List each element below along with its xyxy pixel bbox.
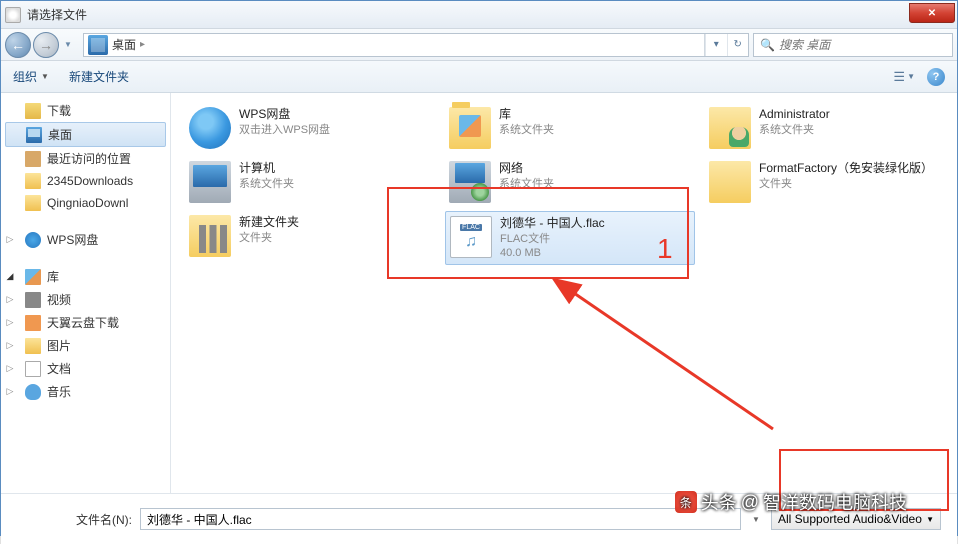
sidebar-item-recent[interactable]: 最近访问的位置	[1, 147, 170, 170]
back-button[interactable]: ←	[5, 32, 31, 58]
toolbar: 组织▼ 新建文件夹 ☰ ▼ ?	[1, 61, 957, 93]
wps-icon	[25, 232, 41, 248]
music-icon	[25, 384, 41, 400]
address-text: 桌面	[112, 36, 136, 53]
file-item-libraries[interactable]: 库系统文件夹	[445, 103, 695, 153]
library-folder-icon	[449, 107, 491, 149]
sidebar-item-downloads[interactable]: 下载	[1, 99, 170, 122]
expand-icon[interactable]: ▷	[5, 363, 15, 374]
app-icon	[5, 7, 21, 23]
file-item-wps[interactable]: WPS网盘双击进入WPS网盘	[185, 103, 435, 153]
downloads-icon	[25, 103, 41, 119]
folder-icon	[189, 215, 231, 257]
file-item-newfolder[interactable]: 新建文件夹文件夹	[185, 211, 435, 265]
sidebar-item-wps[interactable]: ▷WPS网盘	[1, 228, 170, 251]
flac-file-icon: FLAC♫	[450, 216, 492, 258]
file-item-computer[interactable]: 计算机系统文件夹	[185, 157, 435, 207]
file-list: WPS网盘双击进入WPS网盘 库系统文件夹 Administrator系统文件夹…	[171, 93, 957, 493]
file-dialog-window: 请选择文件 ✕ ← → ▼ 桌面 ▸ ▾ ↻ 🔍 组织▼ 新建文件夹 ☰ ▼	[0, 0, 958, 536]
search-box[interactable]: 🔍	[753, 33, 953, 57]
content-area: 下载 桌面 最近访问的位置 2345Downloads QingniaoDown…	[1, 93, 957, 493]
annotation-number-1: 1	[657, 233, 673, 265]
filename-dropdown-icon[interactable]: ▼	[749, 515, 763, 524]
filename-input[interactable]	[140, 508, 741, 530]
forward-button[interactable]: →	[33, 32, 59, 58]
sidebar-item-2345[interactable]: 2345Downloads	[1, 170, 170, 192]
computer-icon	[189, 161, 231, 203]
watermark-icon: 条	[675, 491, 697, 513]
pictures-icon	[25, 338, 41, 354]
expand-icon[interactable]: ▷	[5, 340, 15, 351]
address-bar[interactable]: 桌面 ▸ ▾ ↻	[83, 33, 749, 57]
filename-label: 文件名(N):	[17, 511, 132, 528]
new-folder-button[interactable]: 新建文件夹	[69, 68, 129, 85]
navbar: ← → ▼ 桌面 ▸ ▾ ↻ 🔍	[1, 29, 957, 61]
library-icon	[25, 269, 41, 285]
sidebar-item-video[interactable]: ▷视频	[1, 288, 170, 311]
sidebar-item-desktop[interactable]: 桌面	[5, 122, 166, 147]
dropdown-icon: ▼	[41, 72, 49, 81]
expand-icon[interactable]: ▷	[5, 234, 15, 245]
dropdown-icon: ▼	[926, 515, 934, 524]
collapse-icon[interactable]: ◢	[5, 271, 15, 282]
folder-icon	[25, 195, 41, 211]
recent-icon	[25, 151, 41, 167]
expand-icon[interactable]: ▷	[5, 317, 15, 328]
address-dropdown-icon[interactable]: ▾	[705, 34, 727, 56]
titlebar: 请选择文件 ✕	[1, 1, 957, 29]
address-actions: ▾ ↻	[704, 34, 748, 56]
expand-icon[interactable]: ▷	[5, 294, 15, 305]
close-button[interactable]: ✕	[909, 3, 955, 23]
file-item-formatfactory[interactable]: FormatFactory（免安装绿化版）文件夹	[705, 157, 955, 207]
search-input[interactable]	[779, 38, 946, 52]
refresh-icon[interactable]: ↻	[727, 34, 749, 56]
sidebar-item-pictures[interactable]: ▷图片	[1, 334, 170, 357]
help-button[interactable]: ?	[927, 68, 945, 86]
window-title: 请选择文件	[27, 6, 87, 23]
file-item-admin[interactable]: Administrator系统文件夹	[705, 103, 955, 153]
network-icon	[449, 161, 491, 203]
sidebar-item-tianyi[interactable]: ▷天翼云盘下载	[1, 311, 170, 334]
organize-menu[interactable]: 组织▼	[13, 68, 49, 85]
document-icon	[25, 361, 41, 377]
nav-history-dropdown[interactable]: ▼	[61, 32, 75, 58]
expand-icon[interactable]: ▷	[5, 386, 15, 397]
wps-cloud-icon	[189, 107, 231, 149]
video-icon	[25, 292, 41, 308]
desktop-icon	[88, 35, 108, 55]
nav-buttons: ← → ▼	[5, 32, 75, 58]
folder-icon	[709, 161, 751, 203]
search-icon: 🔍	[760, 38, 775, 52]
watermark: 条 头条 @ 智洋数码电脑科技	[675, 489, 907, 515]
file-item-network[interactable]: 网络系统文件夹	[445, 157, 695, 207]
desktop-icon	[26, 127, 42, 143]
sidebar-item-libraries[interactable]: ◢库	[1, 265, 170, 288]
cloud-icon	[25, 315, 41, 331]
view-mode-button[interactable]: ☰ ▼	[893, 69, 915, 85]
sidebar: 下载 桌面 最近访问的位置 2345Downloads QingniaoDown…	[1, 93, 171, 493]
folder-icon	[25, 173, 41, 189]
breadcrumb-arrow-icon[interactable]: ▸	[140, 39, 145, 50]
user-folder-icon	[709, 107, 751, 149]
sidebar-item-docs[interactable]: ▷文档	[1, 357, 170, 380]
sidebar-item-music[interactable]: ▷音乐	[1, 380, 170, 403]
sidebar-item-qingniao[interactable]: QingniaoDownl	[1, 192, 170, 214]
